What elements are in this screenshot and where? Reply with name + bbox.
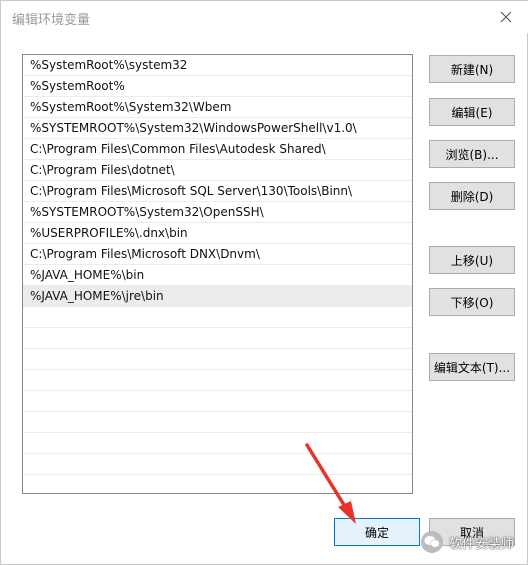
list-item[interactable]: C:\Program Files\Microsoft SQL Server\13… <box>23 181 412 202</box>
path-list[interactable]: %SystemRoot%\system32 %SystemRoot% %Syst… <box>22 54 413 494</box>
empty-row <box>23 454 412 475</box>
empty-row <box>23 328 412 349</box>
empty-row <box>23 412 412 433</box>
background-window-edge <box>1 411 5 491</box>
list-item[interactable]: C:\Program Files\Common Files\Autodesk S… <box>23 139 412 160</box>
empty-row <box>23 391 412 412</box>
dialog-title: 编辑环境变量 <box>12 13 91 28</box>
empty-row <box>23 433 412 454</box>
watermark-text: 软件安装师 <box>449 536 515 552</box>
list-item[interactable]: %SystemRoot%\System32\Wbem <box>23 97 412 118</box>
delete-button[interactable]: 删除(D) <box>429 182 515 210</box>
watermark: 软件安装师 <box>421 529 514 555</box>
move-up-button[interactable]: 上移(U) <box>429 246 515 274</box>
move-down-button[interactable]: 下移(O) <box>429 288 515 316</box>
edit-text-button[interactable]: 编辑文本(T)... <box>429 353 515 381</box>
ok-button[interactable]: 确定 <box>334 518 420 546</box>
wechat-logo-icon <box>421 531 443 553</box>
new-button[interactable]: 新建(N) <box>429 55 515 83</box>
empty-row <box>23 370 412 391</box>
list-item[interactable]: %SYSTEMROOT%\System32\WindowsPowerShell\… <box>23 118 412 139</box>
title-bar: 编辑环境变量 <box>1 1 528 33</box>
list-item[interactable]: %JAVA_HOME%\bin <box>23 265 412 286</box>
empty-row <box>23 349 412 370</box>
list-item[interactable]: C:\Program Files\dotnet\ <box>23 160 412 181</box>
list-item[interactable]: %SystemRoot% <box>23 76 412 97</box>
browse-button[interactable]: 浏览(B)... <box>429 140 515 168</box>
list-item[interactable]: C:\Program Files\Microsoft DNX\Dnvm\ <box>23 244 412 265</box>
list-item[interactable]: %SystemRoot%\system32 <box>23 55 412 76</box>
close-button[interactable] <box>483 1 528 33</box>
edit-environment-variable-dialog: 编辑环境变量 %SystemRoot%\system32 %SystemRoot… <box>0 0 528 565</box>
list-item[interactable]: %SYSTEMROOT%\System32\OpenSSH\ <box>23 202 412 223</box>
list-item[interactable]: %USERPROFILE%\.dnx\bin <box>23 223 412 244</box>
list-item-selected[interactable]: %JAVA_HOME%\jre\bin <box>23 286 412 307</box>
close-icon <box>500 11 512 23</box>
empty-row <box>23 307 412 328</box>
edit-button[interactable]: 编辑(E) <box>429 98 515 126</box>
